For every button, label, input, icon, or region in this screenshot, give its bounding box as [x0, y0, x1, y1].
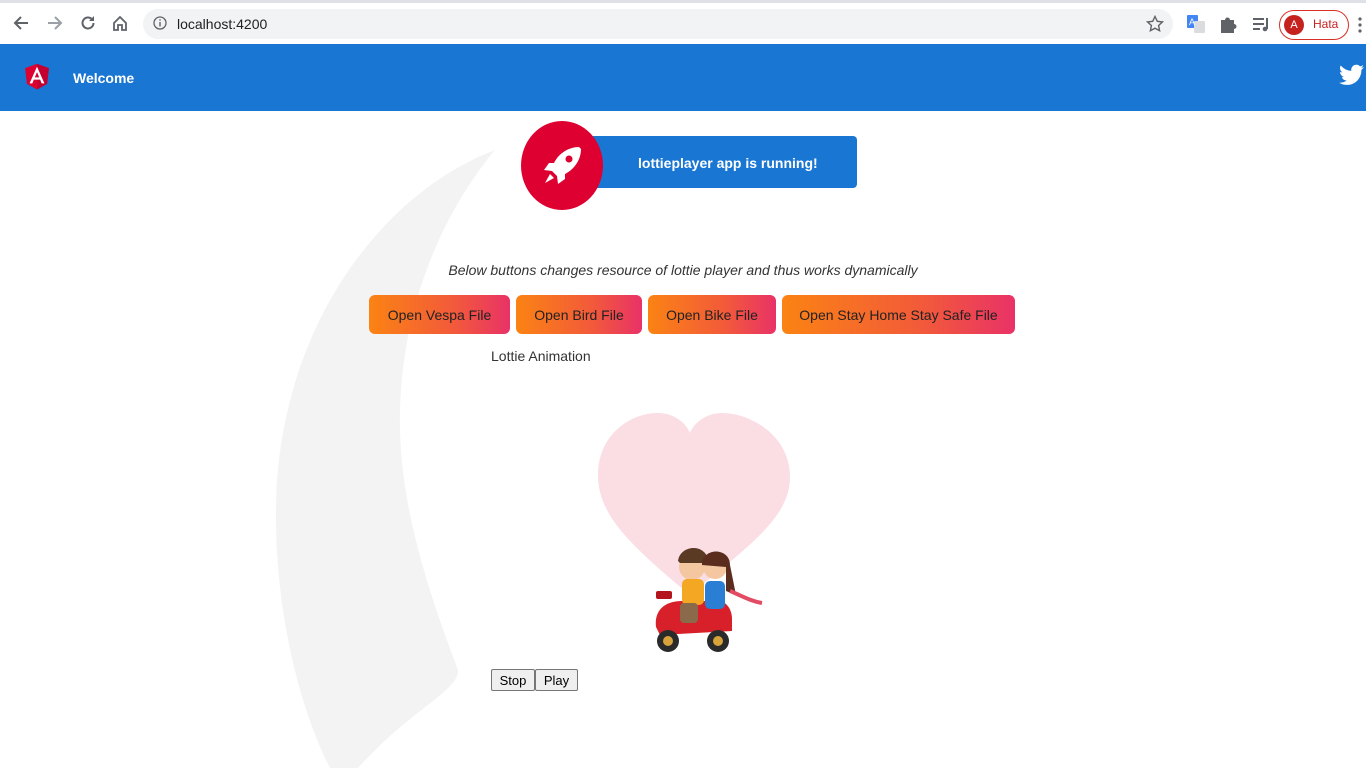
background-swoosh [275, 150, 495, 768]
open-bird-file-button[interactable]: Open Bird File [516, 295, 642, 334]
kebab-menu-icon[interactable] [1358, 17, 1362, 33]
forward-arrow-icon[interactable] [41, 9, 69, 37]
subtitle: Below buttons changes resource of lottie… [448, 262, 918, 278]
home-icon[interactable] [106, 9, 134, 37]
lottie-animation [598, 413, 790, 652]
open-bike-file-button[interactable]: Open Bike File [648, 295, 776, 334]
lottie-animation-label: Lottie Animation [491, 348, 591, 364]
toolbar-title: Welcome [73, 70, 135, 86]
star-icon[interactable] [1145, 14, 1165, 34]
reload-icon[interactable] [74, 9, 102, 37]
running-card: lottieplayer app is running! [590, 136, 857, 188]
svg-text:A: A [1189, 17, 1195, 27]
puzzle-icon[interactable] [1217, 13, 1239, 35]
open-stay-home-stay-safe-file-button[interactable]: Open Stay Home Stay Safe File [782, 295, 1015, 334]
open-vespa-file-button[interactable]: Open Vespa File [369, 295, 510, 334]
rocket-icon [544, 147, 581, 184]
address-url[interactable]: localhost:4200 [177, 16, 267, 32]
info-icon[interactable] [153, 16, 167, 30]
avatar: A [1284, 15, 1304, 35]
browser-chrome: localhost:4200 A A Hata [0, 0, 1366, 44]
stop-button[interactable]: Stop [491, 669, 535, 691]
angular-logo [25, 63, 49, 90]
address-bar[interactable]: localhost:4200 [143, 9, 1173, 39]
twitter-icon[interactable] [1339, 64, 1364, 86]
profile-chip[interactable]: A Hata [1279, 10, 1349, 40]
translate-icon[interactable]: A [1185, 13, 1207, 35]
rocket-badge [521, 121, 603, 210]
reading-list-icon[interactable] [1250, 13, 1272, 35]
back-arrow-icon[interactable] [7, 9, 35, 37]
running-card-text: lottieplayer app is running! [638, 155, 818, 171]
app-toolbar: Welcome [0, 44, 1366, 111]
play-button[interactable]: Play [535, 669, 578, 691]
profile-label: Hata [1313, 17, 1339, 31]
